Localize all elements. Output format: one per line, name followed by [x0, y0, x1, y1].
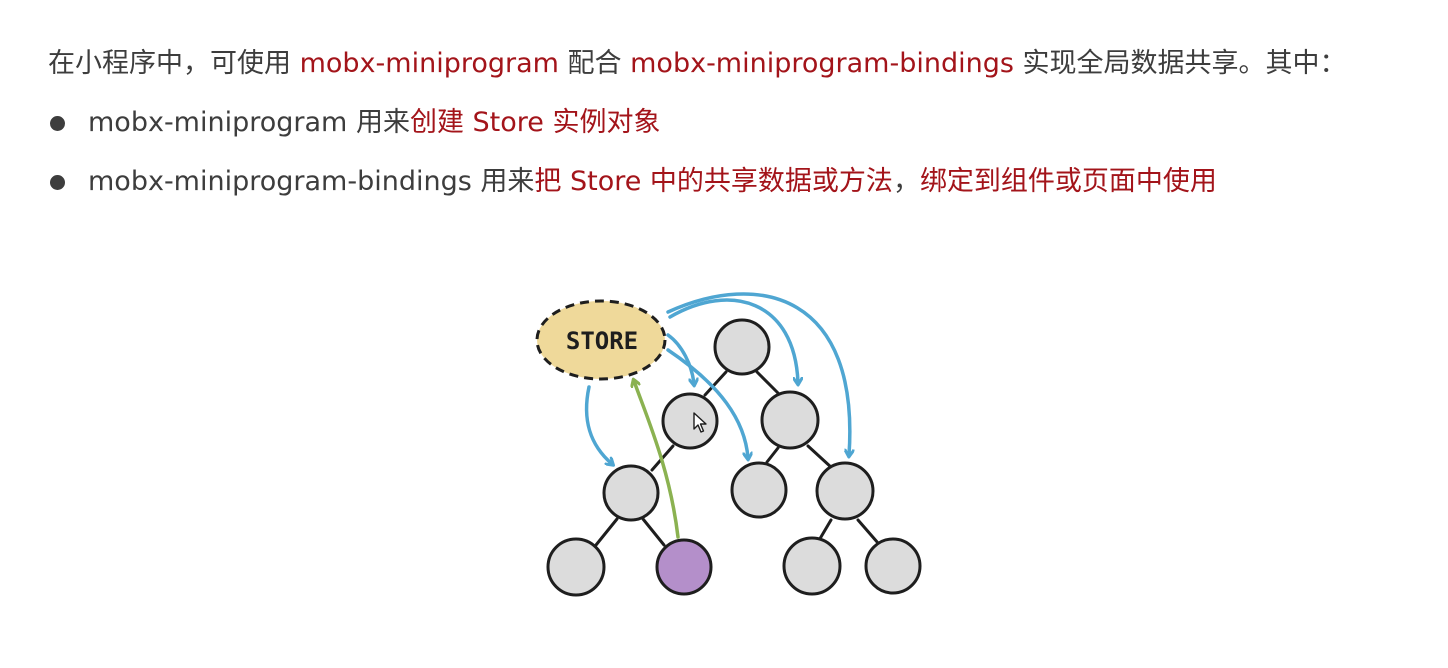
mouse-cursor-icon: [693, 412, 707, 433]
tree-node-l1-right: [760, 390, 820, 450]
bullet-1-verb: 用来: [347, 107, 410, 138]
intro-part-1: 在小程序中，可使用: [48, 48, 300, 79]
tree-node-l2-b: [730, 461, 788, 519]
bullet-2-name: mobx-miniprogram-bindings: [88, 166, 472, 197]
intro-part-3: 实现全局数据共享。其中：: [1013, 48, 1347, 79]
intro-text: 在小程序中，可使用 mobx-miniprogram 配合 mobx-minip…: [48, 46, 1347, 82]
package-mobx-miniprogram-bindings: mobx-miniprogram-bindings: [630, 48, 1014, 79]
store-label: STORE: [566, 327, 638, 355]
tree-node-root: [713, 318, 771, 376]
bullet-item-1: mobx-miniprogram 用来创建 Store 实例对象: [88, 105, 660, 141]
slide: 在小程序中，可使用 mobx-miniprogram 配合 mobx-minip…: [0, 0, 1448, 668]
tree-node-l2-c: [815, 461, 875, 521]
tree-node-l3-c: [782, 536, 842, 596]
bullet-dot-icon: [50, 175, 65, 190]
bullet-dot-icon: [50, 116, 65, 131]
bullet-2-desc-2: 绑定到组件或页面中使用: [919, 166, 1217, 197]
bullet-1-name: mobx-miniprogram: [88, 107, 348, 138]
bullet-2-sep: ，: [892, 166, 920, 197]
tree-node-l2-a: [602, 464, 660, 522]
tree-node-l3-d: [864, 537, 922, 595]
tree-node-l3-a: [546, 537, 606, 597]
bullet-2-verb: 用来: [471, 166, 535, 197]
intro-part-2: 配合: [558, 48, 631, 79]
bullet-1-desc: 创建 Store 实例对象: [409, 107, 661, 138]
bullet-item-2: mobx-miniprogram-bindings 用来把 Store 中的共享…: [88, 164, 1217, 200]
store-tree-diagram: STORE: [535, 292, 922, 597]
store-node: STORE: [535, 299, 667, 381]
package-mobx-miniprogram: mobx-miniprogram: [299, 48, 559, 79]
bullet-2-desc: 把 Store 中的共享数据或方法: [534, 166, 893, 197]
tree-node-l3-highlight: [655, 538, 713, 596]
